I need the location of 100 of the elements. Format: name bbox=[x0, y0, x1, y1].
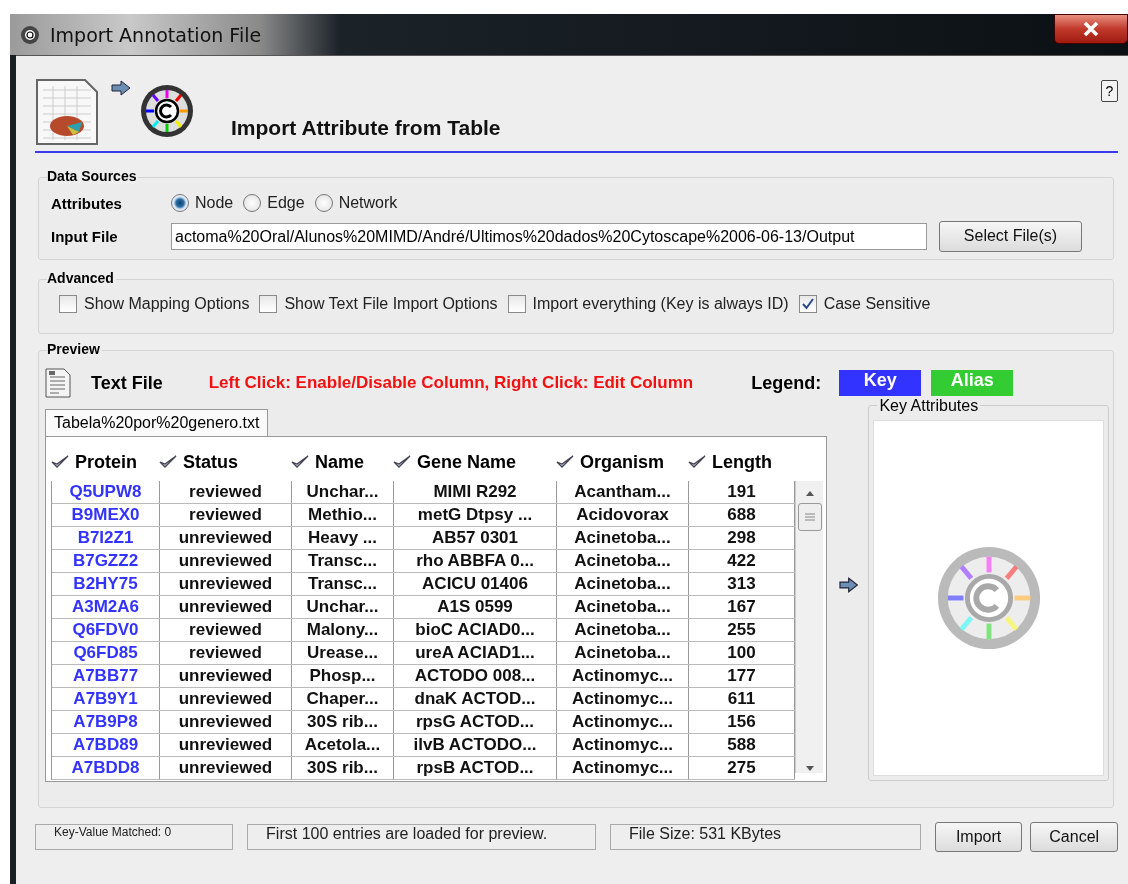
grip-icon bbox=[802, 512, 817, 522]
checkbox[interactable] bbox=[507, 295, 526, 313]
table-cell: Acinetoba... bbox=[557, 619, 689, 641]
arrow-icon bbox=[839, 577, 859, 593]
checkbox[interactable] bbox=[259, 295, 278, 313]
app-logo-icon bbox=[20, 24, 40, 45]
table-cell: Acidovorax bbox=[557, 504, 689, 526]
table-cell: Actinomyc... bbox=[557, 688, 689, 710]
table-cell: Actinomyc... bbox=[557, 757, 689, 779]
file-tab[interactable]: Tabela%20por%20genero.txt bbox=[45, 409, 269, 436]
checkbox-label: Import everything (Key is always ID) bbox=[532, 295, 789, 313]
dialog-heading: Import Attribute from Table bbox=[231, 116, 501, 140]
column-header[interactable]: Length bbox=[688, 451, 794, 473]
hint-text: Left Click: Enable/Disable Column, Right Click: Edit Column bbox=[208, 373, 694, 393]
panel-title: Key Attributes bbox=[877, 397, 981, 415]
table-cell: dnaK ACTOD... bbox=[394, 688, 557, 710]
section-label: Data Sources bbox=[47, 168, 139, 184]
legend-swatch: Alias bbox=[931, 370, 1014, 396]
table-cell: unreviewed bbox=[160, 757, 292, 779]
table-cell: AB57 0301 bbox=[394, 527, 557, 549]
table-cell: Acantham... bbox=[557, 481, 689, 503]
section-label: Advanced bbox=[47, 270, 116, 286]
input-file-field[interactable]: actoma%20Oral/Alunos%20MIMD/André/Ultimos%20dados%20Cytoscape%2006-06-13/Output bbox=[171, 222, 927, 250]
table-cell: reviewed bbox=[160, 481, 292, 503]
column-header[interactable]: Gene Name bbox=[393, 451, 556, 473]
scroll-down-icon[interactable] bbox=[803, 765, 816, 773]
text-file-icon bbox=[45, 368, 71, 398]
checkbox-label: Show Mapping Options bbox=[84, 295, 250, 313]
section-label: Preview bbox=[47, 341, 102, 357]
table-cell: ureA ACIAD1... bbox=[394, 642, 557, 664]
table-cell: Actinomyc... bbox=[557, 665, 689, 687]
table-cell: 30S rib... bbox=[292, 711, 394, 733]
table-cell: unreviewed bbox=[160, 573, 292, 595]
table-cell: A1S 0599 bbox=[394, 596, 557, 618]
checkbox[interactable] bbox=[798, 295, 817, 313]
table-cell: MIMI R292 bbox=[394, 481, 557, 503]
checkbox[interactable] bbox=[59, 295, 77, 313]
checkbox-label: Show Text File Import Options bbox=[284, 295, 498, 313]
table-cell: unreviewed bbox=[160, 665, 292, 687]
table-cell: Transc... bbox=[292, 550, 394, 572]
table-cell: reviewed bbox=[160, 619, 292, 641]
status-field: File Size: 531 KBytes bbox=[610, 824, 921, 850]
table-cell: Q6FD85 bbox=[52, 642, 160, 664]
table-cell: ilvB ACTODO... bbox=[394, 734, 557, 756]
table-cell: A7B9Y1 bbox=[52, 688, 160, 710]
column-header[interactable]: Name bbox=[291, 451, 393, 473]
radio-label: Node bbox=[195, 194, 234, 212]
check-icon bbox=[51, 455, 69, 469]
table-cell: B9MEX0 bbox=[52, 504, 160, 526]
table-cell: Unchar... bbox=[292, 481, 394, 503]
radio-button[interactable] bbox=[314, 194, 333, 212]
legend-swatch: Key bbox=[839, 370, 922, 396]
table-cell: rho ABBFA 0... bbox=[394, 550, 557, 572]
help-button[interactable]: ? bbox=[1101, 80, 1118, 102]
close-button[interactable] bbox=[1054, 14, 1128, 44]
radio-label: Edge bbox=[267, 194, 305, 212]
close-icon bbox=[1082, 20, 1100, 38]
table-cell: ACTODO 008... bbox=[394, 665, 557, 687]
check-icon bbox=[159, 455, 177, 469]
table-cell: rpsB ACTOD... bbox=[394, 757, 557, 779]
table-cell: Q5UPW8 bbox=[52, 481, 160, 503]
radio-button[interactable] bbox=[243, 194, 262, 212]
dialog-button[interactable]: Cancel bbox=[1030, 822, 1118, 852]
cytoscape-logo-icon bbox=[139, 83, 195, 139]
table-cell: Malony... bbox=[292, 619, 394, 641]
column-header[interactable]: Protein bbox=[51, 451, 159, 473]
table-cell: unreviewed bbox=[160, 596, 292, 618]
table-cell: Acinetoba... bbox=[557, 596, 689, 618]
select-files-button[interactable]: Select File(s) bbox=[939, 220, 1082, 252]
vertical-scrollbar[interactable] bbox=[795, 481, 823, 773]
table-cell: bioC ACIAD0... bbox=[394, 619, 557, 641]
table-cell: A7BB77 bbox=[52, 665, 160, 687]
arrow-icon bbox=[111, 80, 131, 96]
table-cell: unreviewed bbox=[160, 550, 292, 572]
table-cell: Phosp... bbox=[292, 665, 394, 687]
scroll-up-icon[interactable] bbox=[803, 489, 816, 497]
input-file-label: Input File bbox=[51, 227, 119, 245]
column-header[interactable]: Organism bbox=[556, 451, 688, 473]
radio-button[interactable] bbox=[171, 194, 189, 212]
table-cell: unreviewed bbox=[160, 711, 292, 733]
table-cell: Acinetoba... bbox=[557, 550, 689, 572]
table-cell: Urease... bbox=[292, 642, 394, 664]
table-cell: unreviewed bbox=[160, 688, 292, 710]
table-cell: Acinetoba... bbox=[557, 527, 689, 549]
table-cell: Heavy ... bbox=[292, 527, 394, 549]
table-cell: A7BDD8 bbox=[52, 757, 160, 779]
table-cell: A7BD89 bbox=[52, 734, 160, 756]
table-cell: unreviewed bbox=[160, 734, 292, 756]
table-cell: 30S rib... bbox=[292, 757, 394, 779]
table-cell: A3M2A6 bbox=[52, 596, 160, 618]
status-field: Key-Value Matched: 0 bbox=[35, 824, 234, 850]
table-cell: metG Dtpsy ... bbox=[394, 504, 557, 526]
table-cell: Q6FDV0 bbox=[52, 619, 160, 641]
dialog-button[interactable]: Import bbox=[934, 822, 1023, 852]
check-icon bbox=[291, 455, 309, 469]
table-cell: B7I2Z1 bbox=[52, 527, 160, 549]
column-header[interactable]: Status bbox=[159, 451, 291, 473]
check-icon bbox=[556, 455, 574, 469]
table-cell: unreviewed bbox=[160, 527, 292, 549]
table-cell: Acinetoba... bbox=[557, 642, 689, 664]
